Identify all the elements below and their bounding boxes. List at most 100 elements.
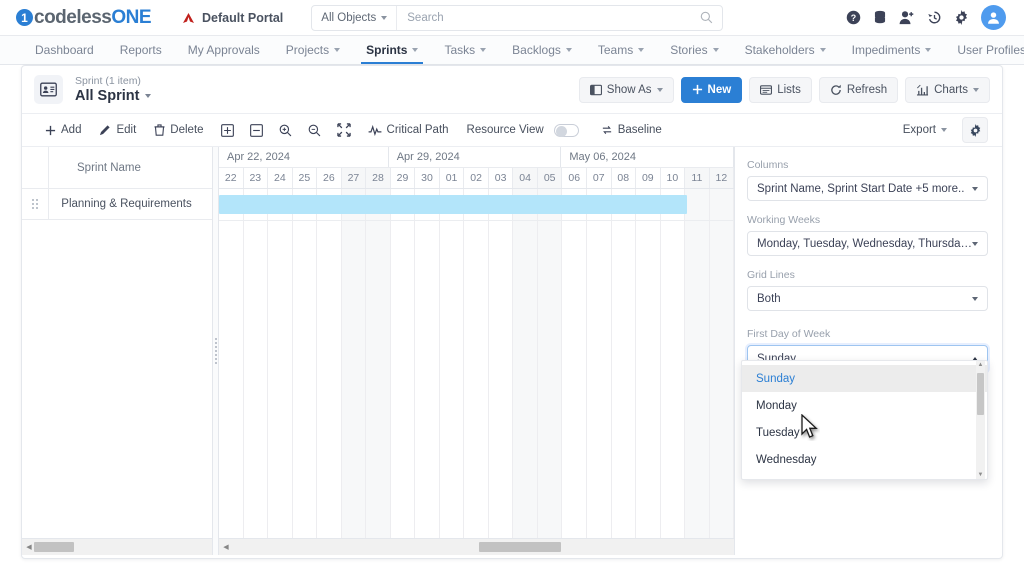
gantt-day-label: 23	[244, 168, 269, 188]
dropdown-option-sunday[interactable]: Sunday	[742, 365, 987, 392]
nav-item-projects[interactable]: Projects	[273, 36, 353, 64]
database-icon[interactable]	[873, 10, 887, 25]
dropdown-option-label: Monday	[756, 399, 797, 412]
gantt-day-label: 28	[366, 168, 391, 188]
refresh-button[interactable]: Refresh	[818, 76, 899, 103]
resource-view-switch[interactable]	[553, 123, 579, 137]
nav-item-stories[interactable]: Stories	[657, 36, 731, 64]
day-label-text: 23	[249, 172, 262, 184]
gantt-hscrollbar[interactable]: ◀	[219, 538, 734, 555]
nav-item-label: Backlogs	[512, 43, 561, 57]
gantt-body: Sprint Name Planning & Requirements ◀ Ap…	[22, 147, 1002, 555]
gantt-day-column	[391, 189, 416, 538]
scroll-left-arrow-icon[interactable]: ◀	[221, 543, 231, 551]
gantt-day-column	[709, 189, 734, 538]
edit-button[interactable]: Edit	[90, 118, 145, 142]
nav-item-backlogs[interactable]: Backlogs	[499, 36, 585, 64]
chevron-down-icon	[973, 87, 979, 92]
gantt-settings-button[interactable]	[962, 117, 988, 143]
table-row[interactable]: Planning & Requirements	[22, 189, 212, 220]
nav-item-reports[interactable]: Reports	[107, 36, 175, 64]
charts-button[interactable]: Charts	[905, 76, 990, 103]
field-columns: Columns Sprint Name, Sprint Start Date +…	[747, 159, 988, 201]
scrollbar-thumb[interactable]	[479, 542, 561, 552]
search-input[interactable]	[397, 5, 701, 30]
gantt-day-label: 02	[464, 168, 489, 188]
nav-item-label: Tasks	[444, 43, 476, 57]
week-label-text: Apr 29, 2024	[396, 151, 460, 163]
avatar[interactable]	[981, 5, 1006, 30]
baseline-button[interactable]: Baseline	[592, 118, 671, 142]
chevron-down-icon	[941, 128, 947, 132]
zoom-out-icon[interactable]	[300, 118, 329, 142]
gantt-day-label: 30	[415, 168, 440, 188]
nav-item-label: Impediments	[851, 43, 921, 57]
nav-item-my-approvals[interactable]: My Approvals	[175, 36, 273, 64]
gantt-day-label: 01	[440, 168, 465, 188]
nav-item-teams[interactable]: Teams	[585, 36, 657, 64]
resource-view-toggle[interactable]: Resource View	[458, 118, 592, 142]
search-scope-select[interactable]: All Objects	[312, 5, 398, 30]
gantt-day-label: 22	[219, 168, 244, 188]
app-logo[interactable]: 1 codelessONE	[16, 7, 152, 29]
export-button[interactable]: Export	[894, 118, 956, 142]
chevron-down-icon	[712, 48, 719, 52]
drag-handle-icon[interactable]	[22, 189, 49, 219]
gantt-day-label: 25	[293, 168, 318, 188]
expand-all-icon[interactable]	[213, 118, 242, 142]
scrollbar-thumb[interactable]	[34, 542, 74, 552]
gantt-week-label: Apr 22, 2024	[219, 147, 389, 167]
add-button[interactable]: Add	[36, 118, 90, 142]
history-icon[interactable]	[927, 10, 942, 25]
grid-lines-value: Both	[757, 292, 781, 305]
sprint-name-column-header[interactable]: Sprint Name	[49, 147, 212, 188]
card-header: Sprint (1 item) All Sprint Show As New Lis…	[22, 66, 1002, 114]
dropdown-option-monday[interactable]: Monday	[742, 392, 987, 419]
table-cell-sprint-name: Planning & Requirements	[61, 198, 192, 210]
task-grid-header: Sprint Name	[22, 147, 212, 189]
grid-lines-select[interactable]: Both	[747, 286, 988, 311]
button-label: Lists	[777, 83, 801, 96]
gantt-day-label: 26	[317, 168, 342, 188]
portal-selector[interactable]: Default Portal	[181, 11, 283, 25]
delete-button[interactable]: Delete	[145, 118, 212, 142]
nav-item-user-profiles[interactable]: User Profiles	[944, 36, 1024, 64]
scroll-down-arrow-icon[interactable]: ▼	[978, 472, 984, 478]
task-grid-hscrollbar[interactable]: ◀	[22, 538, 212, 555]
dropdown-scrollbar[interactable]: ▲ ▼	[976, 361, 985, 479]
lists-button[interactable]: Lists	[749, 76, 812, 103]
columns-select[interactable]: Sprint Name, Sprint Start Date +5 more..	[747, 176, 988, 201]
gantt-day-label: 11	[685, 168, 710, 188]
nav-item-stakeholders[interactable]: Stakeholders	[732, 36, 839, 64]
collapse-all-icon[interactable]	[242, 118, 271, 142]
add-user-icon[interactable]	[899, 10, 915, 25]
nav-item-impediments[interactable]: Impediments	[839, 36, 945, 64]
nav-item-label: Dashboard	[35, 43, 94, 57]
working-weeks-select[interactable]: Monday, Tuesday, Wednesday, Thursday, Fr…	[747, 231, 988, 256]
search-icon[interactable]	[700, 11, 713, 24]
show-as-button[interactable]: Show As	[578, 76, 674, 103]
gantt-task-bar[interactable]	[219, 195, 688, 214]
gantt-week-label: Apr 29, 2024	[389, 147, 562, 167]
dropdown-option-tuesday[interactable]: Tuesday	[742, 419, 987, 446]
scroll-left-arrow-icon[interactable]: ◀	[24, 543, 34, 551]
gear-icon[interactable]	[954, 10, 969, 25]
scrollbar-thumb[interactable]	[977, 373, 984, 415]
refresh-icon	[830, 84, 842, 96]
help-icon[interactable]: ?	[846, 10, 861, 25]
nav-item-sprints[interactable]: Sprints	[353, 36, 431, 64]
fit-to-screen-icon[interactable]	[329, 118, 359, 142]
gantt-week-label: May 06, 2024	[561, 147, 734, 167]
add-button-label: Add	[61, 124, 82, 136]
nav-item-tasks[interactable]: Tasks	[431, 36, 499, 64]
dropdown-option-wednesday[interactable]: Wednesday	[742, 446, 987, 473]
gantt-day-column	[562, 189, 587, 538]
page-title[interactable]: All Sprint	[75, 88, 152, 104]
nav-item-dashboard[interactable]: Dashboard	[22, 36, 107, 64]
critical-path-button[interactable]: Critical Path	[359, 118, 458, 142]
scroll-up-arrow-icon[interactable]: ▲	[978, 362, 984, 368]
layout-icon	[589, 84, 602, 96]
circle-one-icon: 1	[16, 9, 33, 26]
new-button[interactable]: New	[680, 76, 743, 103]
zoom-in-icon[interactable]	[271, 118, 300, 142]
